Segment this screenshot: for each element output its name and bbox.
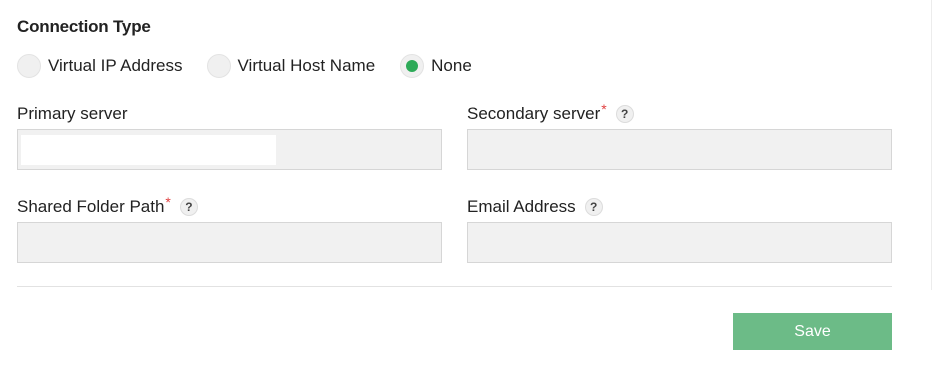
primary-server-label-row: Primary server xyxy=(17,103,128,125)
email-address-label-row: Email Address ? xyxy=(467,196,603,218)
shared-folder-path-field[interactable] xyxy=(17,222,442,263)
radio-label-virtual-ip-address: Virtual IP Address xyxy=(48,56,183,75)
secondary-server-input[interactable] xyxy=(468,130,891,169)
secondary-server-label-row: Secondary server * ? xyxy=(467,101,634,125)
radio-virtual-ip-address[interactable]: Virtual IP Address xyxy=(17,54,183,78)
email-address-label: Email Address xyxy=(467,197,576,216)
connection-type-heading: Connection Type xyxy=(17,17,151,36)
shared-folder-path-label: Shared Folder Path xyxy=(17,197,165,216)
help-icon[interactable]: ? xyxy=(179,198,198,216)
primary-server-field[interactable] xyxy=(17,129,442,170)
radio-unchecked-icon[interactable] xyxy=(17,54,41,78)
radio-checked-icon[interactable] xyxy=(400,54,425,78)
shared-folder-path-label-row: Shared Folder Path * ? xyxy=(17,194,198,218)
radio-selected-dot xyxy=(406,60,419,72)
required-asterisk: * xyxy=(601,101,607,117)
radio-label-none: None xyxy=(431,56,472,75)
radio-unchecked-icon[interactable] xyxy=(206,54,231,78)
radio-label-virtual-host-name: Virtual Host Name xyxy=(237,56,376,75)
form-divider xyxy=(17,286,892,287)
secondary-server-label: Secondary server xyxy=(467,104,601,123)
help-icon[interactable]: ? xyxy=(584,198,603,216)
primary-server-input[interactable] xyxy=(18,130,441,169)
primary-server-label: Primary server xyxy=(17,104,128,123)
secondary-server-field[interactable] xyxy=(467,129,892,170)
help-icon[interactable]: ? xyxy=(615,105,634,123)
connection-type-radio-group: Virtual IP Address Virtual Host Name Non… xyxy=(17,53,472,79)
shared-folder-path-input[interactable] xyxy=(18,223,441,262)
panel-edge-divider xyxy=(931,0,932,290)
save-button[interactable]: Save xyxy=(733,313,892,350)
radio-none[interactable]: None xyxy=(400,54,472,78)
email-address-field[interactable] xyxy=(467,222,892,263)
required-asterisk: * xyxy=(165,194,171,210)
email-address-input[interactable] xyxy=(468,223,891,262)
connection-settings-form: Connection Type Virtual IP Address Virtu… xyxy=(0,0,936,370)
radio-virtual-host-name[interactable]: Virtual Host Name xyxy=(206,54,376,78)
